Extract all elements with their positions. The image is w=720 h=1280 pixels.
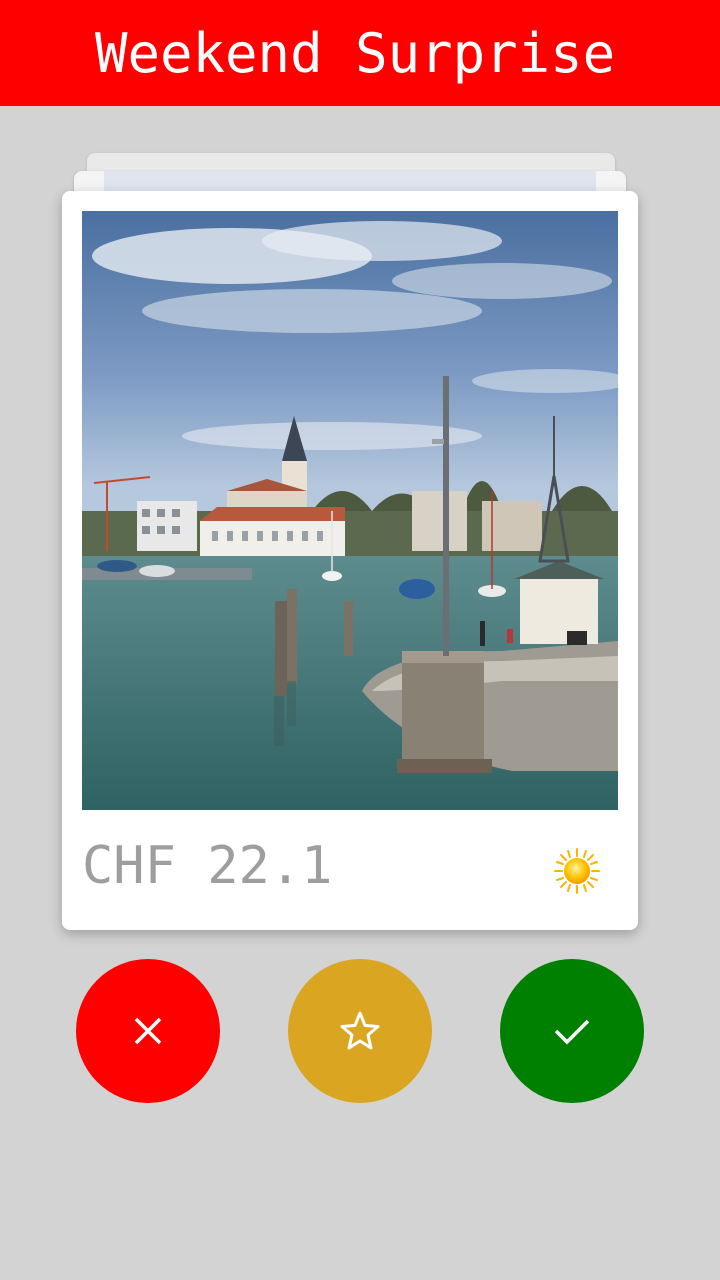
harbour-photo (82, 211, 618, 810)
offer-photo (82, 211, 618, 810)
reject-button[interactable] (76, 959, 220, 1103)
check-icon (554, 1019, 590, 1045)
star-icon (340, 1011, 380, 1050)
app-header: Weekend Surprise (0, 0, 720, 106)
stacked-card-photo-peek (104, 171, 596, 193)
app-title: Weekend Surprise (95, 22, 616, 85)
offer-card[interactable]: CHF 22.1 (62, 191, 638, 930)
sun-icon (552, 846, 602, 896)
favorite-button[interactable] (288, 959, 432, 1103)
close-icon (134, 1017, 162, 1045)
price-label: CHF 22.1 (82, 836, 333, 896)
accept-button[interactable] (500, 959, 644, 1103)
